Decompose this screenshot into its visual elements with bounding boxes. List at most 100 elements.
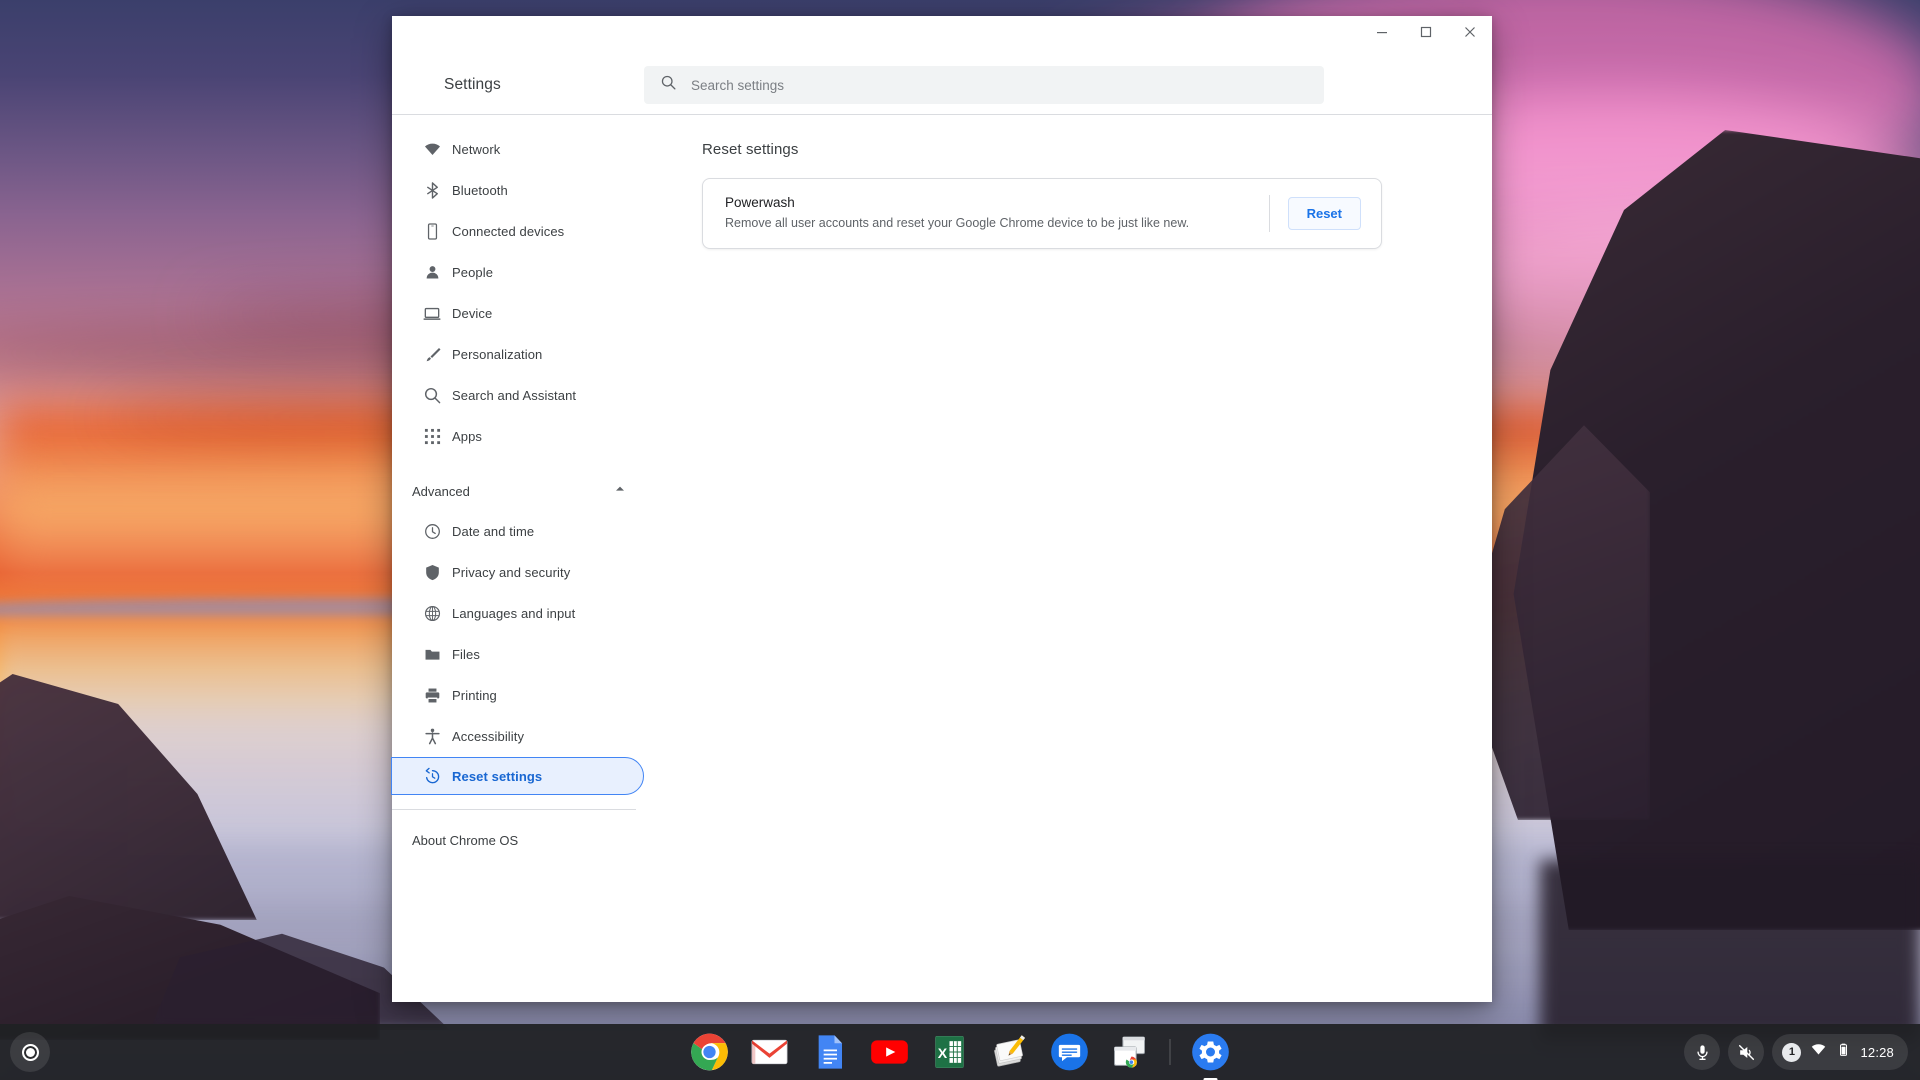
battery-icon	[1836, 1042, 1851, 1062]
sidebar-item-date-and-time[interactable]: Date and time	[392, 511, 644, 552]
bluetooth-icon	[412, 181, 452, 200]
search-icon	[412, 386, 452, 405]
sidebar-item-printing[interactable]: Printing	[392, 675, 644, 716]
sidebar-item-about-chrome-os[interactable]: About Chrome OS	[392, 820, 650, 860]
sidebar-item-device[interactable]: Device	[392, 293, 644, 334]
sheets-icon: X	[935, 1036, 964, 1068]
section-heading: Reset settings	[702, 141, 799, 158]
powerwash-title: Powerwash	[725, 195, 795, 210]
settings-window: Settings Network	[391, 16, 1492, 1002]
sidebar-item-label: Accessibility	[452, 729, 525, 744]
sidebar-item-apps[interactable]: Apps	[392, 416, 644, 457]
settings-gear-icon	[1192, 1033, 1229, 1071]
shelf-app-settings[interactable]	[1191, 1032, 1231, 1080]
card-divider	[1268, 195, 1270, 232]
search-input[interactable]	[691, 77, 1308, 93]
shelf-app-chrome[interactable]	[690, 1032, 730, 1072]
shelf-app-gmail[interactable]	[750, 1032, 790, 1072]
sidebar-item-label: Personalization	[452, 347, 543, 362]
person-icon	[412, 263, 452, 282]
shelf-app-screen-capture[interactable]	[1110, 1032, 1150, 1072]
printer-icon	[412, 686, 452, 705]
sidebar-item-label: Date and time	[452, 524, 535, 539]
about-label: About Chrome OS	[412, 832, 519, 848]
reset-button[interactable]: Reset	[1287, 196, 1361, 230]
clock-time: 12:28	[1860, 1044, 1894, 1060]
svg-text:X: X	[938, 1046, 948, 1062]
shelf-app-list: X	[690, 1024, 1231, 1080]
sidebar-item-label: Device	[452, 306, 493, 321]
microphone-icon	[1697, 1044, 1708, 1060]
gmail-icon	[751, 1039, 788, 1065]
sidebar-item-label: Privacy and security	[452, 565, 571, 580]
close-button[interactable]	[1448, 16, 1492, 48]
accessibility-icon	[412, 727, 452, 746]
youtube-icon	[871, 1040, 908, 1064]
sidebar-item-languages-and-input[interactable]: Languages and input	[392, 593, 644, 634]
search-bar[interactable]	[644, 66, 1324, 104]
shelf: X 1 12:28	[0, 1024, 1920, 1080]
advanced-label: Advanced	[412, 483, 470, 499]
powerwash-card: Powerwash Remove all user accounts and r…	[702, 178, 1382, 249]
messages-icon	[1051, 1033, 1088, 1071]
search-icon	[660, 74, 677, 96]
sidebar-item-people[interactable]: People	[392, 252, 644, 293]
shelf-app-messages[interactable]	[1050, 1032, 1090, 1072]
page-title: Settings	[444, 76, 501, 93]
sidebar-item-label: Search and Assistant	[452, 388, 577, 403]
sidebar-item-personalization[interactable]: Personalization	[392, 334, 644, 375]
status-area[interactable]: 1 12:28	[1772, 1034, 1908, 1070]
keep-notes-icon	[994, 1035, 1026, 1067]
sidebar-item-label: Printing	[452, 688, 497, 703]
laptop-icon	[412, 304, 452, 324]
launcher-button[interactable]	[10, 1032, 50, 1072]
shelf-separator	[1169, 1039, 1171, 1065]
sidebar-item-network[interactable]: Network	[392, 129, 644, 170]
wifi-icon	[412, 140, 452, 159]
globe-icon	[412, 604, 452, 623]
sidebar-item-label: Connected devices	[452, 224, 565, 239]
launcher-icon	[21, 1043, 39, 1061]
maximize-button[interactable]	[1404, 16, 1448, 48]
sidebar-advanced-toggle[interactable]: Advanced	[392, 471, 650, 511]
sidebar-item-label: Reset settings	[452, 768, 543, 784]
shelf-app-sheets[interactable]: X	[930, 1032, 970, 1072]
minimize-button[interactable]	[1360, 16, 1404, 48]
folder-icon	[412, 645, 452, 664]
sidebar-item-label: Files	[452, 647, 480, 662]
window-titlebar	[392, 16, 1492, 56]
apps-grid-icon	[412, 428, 452, 445]
shield-icon	[412, 563, 452, 582]
sidebar-item-privacy-and-security[interactable]: Privacy and security	[392, 552, 644, 593]
sidebar-item-files[interactable]: Files	[392, 634, 644, 675]
sidebar-item-label: People	[452, 265, 494, 280]
volume-button[interactable]	[1728, 1034, 1765, 1070]
microphone-button[interactable]	[1684, 1034, 1721, 1070]
volume-muted-icon	[1738, 1044, 1754, 1060]
sidebar-item-bluetooth[interactable]: Bluetooth	[392, 170, 644, 211]
sidebar-item-label: Bluetooth	[452, 183, 508, 198]
shelf-app-keep[interactable]	[990, 1032, 1030, 1072]
screen-capture-icon	[1114, 1036, 1145, 1068]
system-tray: 1 12:28	[1684, 1024, 1908, 1080]
powerwash-text: Powerwash Remove all user accounts and r…	[725, 195, 1259, 232]
shelf-app-docs[interactable]	[810, 1032, 850, 1072]
sidebar-item-connected-devices[interactable]: Connected devices	[392, 211, 644, 252]
main-content: Reset settings Powerwash Remove all user…	[650, 115, 1492, 1002]
notification-badge: 1	[1782, 1042, 1802, 1062]
sidebar-item-reset-settings[interactable]: Reset settings	[391, 757, 644, 795]
chevron-up-icon	[614, 482, 626, 500]
shelf-app-youtube[interactable]	[870, 1032, 910, 1072]
sidebar-item-accessibility[interactable]: Accessibility	[392, 716, 644, 757]
sidebar-item-label: Apps	[452, 429, 483, 444]
sidebar-item-label: Network	[452, 142, 501, 157]
powerwash-description: Remove all user accounts and reset your …	[725, 216, 1190, 230]
wallpaper-cliff-right	[1540, 860, 1920, 1040]
brush-icon	[412, 345, 452, 364]
sidebar-item-label: Languages and input	[452, 606, 576, 621]
settings-body: Network Bluetooth Connected devices Peop…	[391, 115, 1492, 1002]
history-icon	[412, 767, 452, 786]
wifi-icon	[1810, 1041, 1827, 1063]
sidebar-item-search-and-assistant[interactable]: Search and Assistant	[392, 375, 644, 416]
phone-icon	[412, 222, 452, 241]
